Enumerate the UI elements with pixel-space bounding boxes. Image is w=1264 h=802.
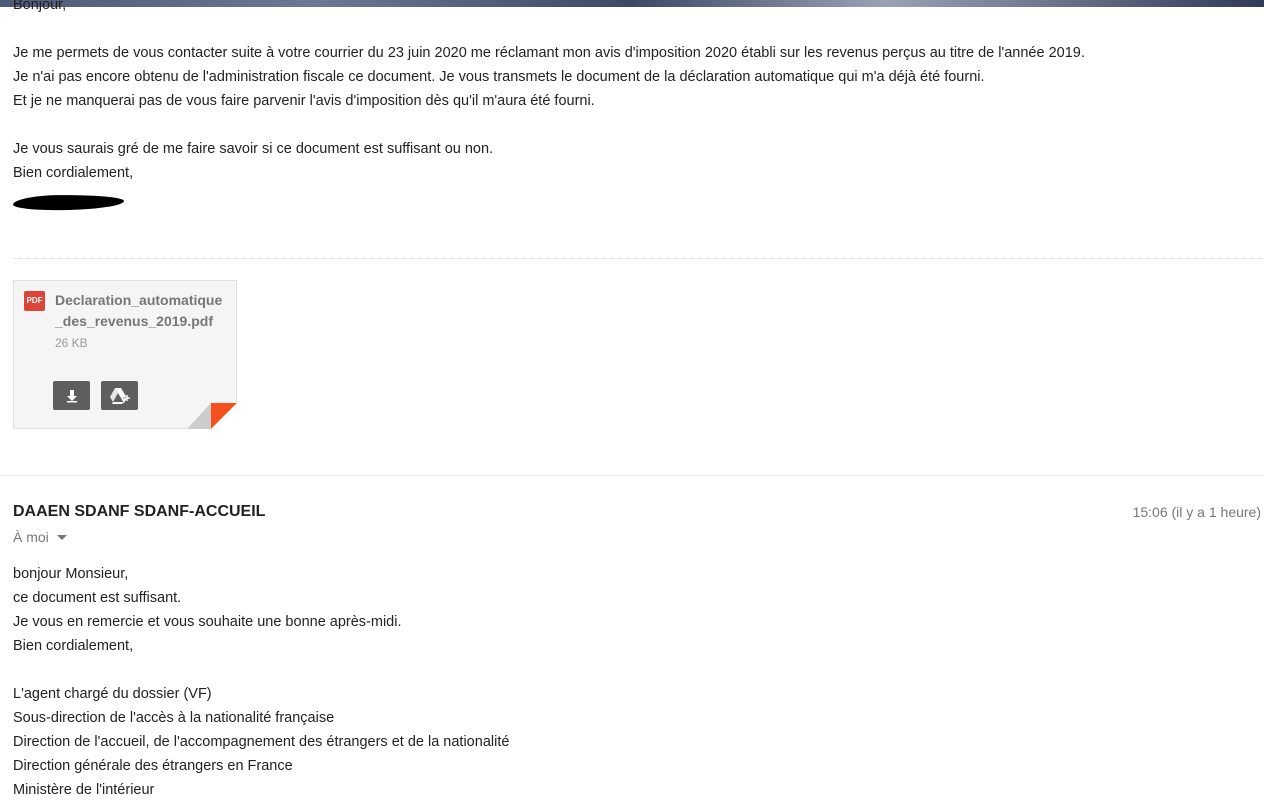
message-line (13, 658, 509, 682)
recipient-label: À moi (13, 529, 49, 545)
message-line: Je n'ai pas encore obtenu de l'administr… (13, 69, 985, 85)
message-line: Direction de l'accueil, de l'accompagnem… (13, 734, 510, 750)
message-line: L'agent chargé du dossier (VF) (13, 686, 212, 702)
message-line: Je vous en remercie et vous souhaite une… (13, 614, 402, 630)
attachment-divider (13, 258, 1264, 259)
attachment-card[interactable]: PDF Declaration_automatique_des_revenus_… (13, 280, 237, 429)
message-line: Direction générale des étrangers en Fran… (13, 758, 293, 774)
drive-add-icon (109, 387, 130, 404)
sender-name[interactable]: DAAEN SDANF SDANF-ACCUEIL (13, 503, 265, 521)
message-line: Ministère de l'intérieur (13, 782, 155, 798)
message-line: Bien cordialement, (13, 638, 134, 654)
message-line: Et je ne manquerai pas de vous faire par… (13, 93, 595, 109)
message-timestamp: 15:06 (il y a 1 heure) (1132, 504, 1261, 520)
pdf-icon: PDF (24, 291, 45, 311)
message-line: bonjour Monsieur, (13, 566, 129, 582)
message-line: Bien cordialement, (13, 165, 134, 181)
corner-fold (187, 403, 237, 429)
download-icon (66, 389, 77, 402)
message-line: ce document est suffisant. (13, 590, 182, 606)
chevron-down-icon[interactable] (56, 534, 67, 540)
save-to-drive-button[interactable] (101, 381, 138, 410)
message-divider (0, 475, 1264, 476)
message-line: Je me permets de vous contacter suite à … (13, 45, 1085, 61)
download-button[interactable] (53, 381, 90, 410)
recipient-details[interactable]: À moi (13, 529, 67, 545)
message-line: Bonjour, (13, 0, 67, 13)
message-line: Sous-direction de l'accès à la nationali… (13, 710, 335, 726)
attachment-size: 26 KB (55, 336, 88, 350)
redacted-signature (12, 194, 125, 211)
attachment-filename[interactable]: Declaration_automatique_des_revenus_2019… (55, 290, 230, 332)
second-message-body: bonjour Monsieur, ce document est suffis… (13, 562, 509, 802)
first-message-body: Bonjour, Je me permets de vous contacter… (13, 0, 1085, 185)
message-line (13, 113, 1085, 137)
message-line: Je vous saurais gré de me faire savoir s… (13, 141, 494, 157)
message-line (13, 17, 1085, 41)
